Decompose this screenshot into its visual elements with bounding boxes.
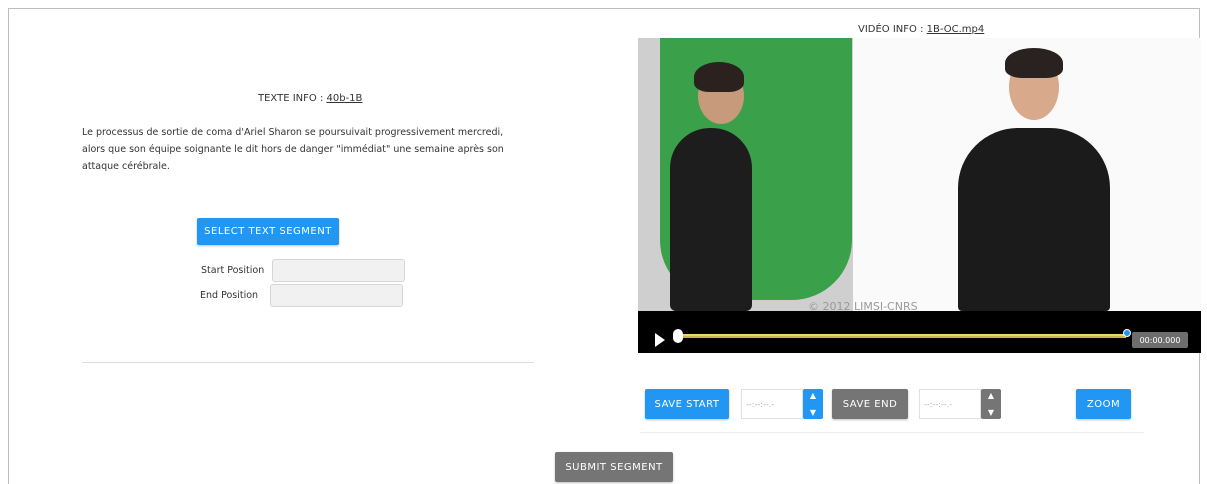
start-time-spinner[interactable]: ▲ ▼	[803, 389, 823, 419]
seek-start-handle[interactable]	[673, 329, 683, 343]
person-side-hair	[694, 62, 744, 92]
end-position-label: End Position	[200, 290, 259, 301]
text-info-title: TEXTE INFO : 40b-1B	[258, 93, 362, 104]
spin-down-icon[interactable]: ▼	[988, 408, 994, 417]
text-info-id[interactable]: 40b-1B	[327, 93, 363, 104]
video-info-title: VIDÉO INFO : 1B-OC.mp4	[858, 24, 984, 35]
video-controls: 00:00.000	[638, 311, 1201, 353]
spin-down-icon[interactable]: ▼	[810, 408, 816, 417]
start-position-field[interactable]	[272, 259, 405, 282]
text-body: Le processus de sortie de coma d'Ariel S…	[82, 127, 504, 172]
end-time-spinner[interactable]: ▲ ▼	[981, 389, 1001, 419]
video-left-scene	[638, 38, 853, 311]
video-player[interactable]: © 2012 LIMSI-CNRS 00:00.000	[638, 38, 1201, 353]
right-divider	[640, 432, 1144, 433]
save-start-button[interactable]: SAVE START	[645, 389, 729, 419]
person-side-body	[670, 128, 752, 311]
submit-segment-button[interactable]: SUBMIT SEGMENT	[555, 452, 673, 482]
select-text-segment-button[interactable]: SELECT TEXT SEGMENT	[197, 218, 339, 245]
person-front-body	[958, 128, 1110, 311]
end-position-field[interactable]	[270, 284, 403, 307]
save-end-button[interactable]: SAVE END	[832, 389, 908, 419]
seek-track-highlight	[676, 334, 1126, 336]
seek-end-handle[interactable]	[1123, 329, 1131, 337]
spin-up-icon[interactable]: ▲	[988, 391, 994, 400]
video-time: 00:00.000	[1132, 332, 1188, 348]
video-info-label: VIDÉO INFO :	[858, 24, 924, 35]
play-icon[interactable]	[655, 333, 665, 347]
left-divider	[82, 362, 534, 363]
person-front-hair	[1005, 48, 1063, 78]
text-info-label: TEXTE INFO :	[258, 93, 324, 104]
zoom-button[interactable]: ZOOM	[1076, 389, 1131, 419]
video-info-file[interactable]: 1B-OC.mp4	[927, 24, 985, 35]
end-time-input[interactable]: --:--:--.-	[919, 389, 981, 419]
spin-up-icon[interactable]: ▲	[810, 391, 816, 400]
start-position-label: Start Position	[201, 265, 265, 276]
video-frame: © 2012 LIMSI-CNRS	[638, 38, 1201, 313]
start-time-input[interactable]: --:--:--.-	[741, 389, 803, 419]
